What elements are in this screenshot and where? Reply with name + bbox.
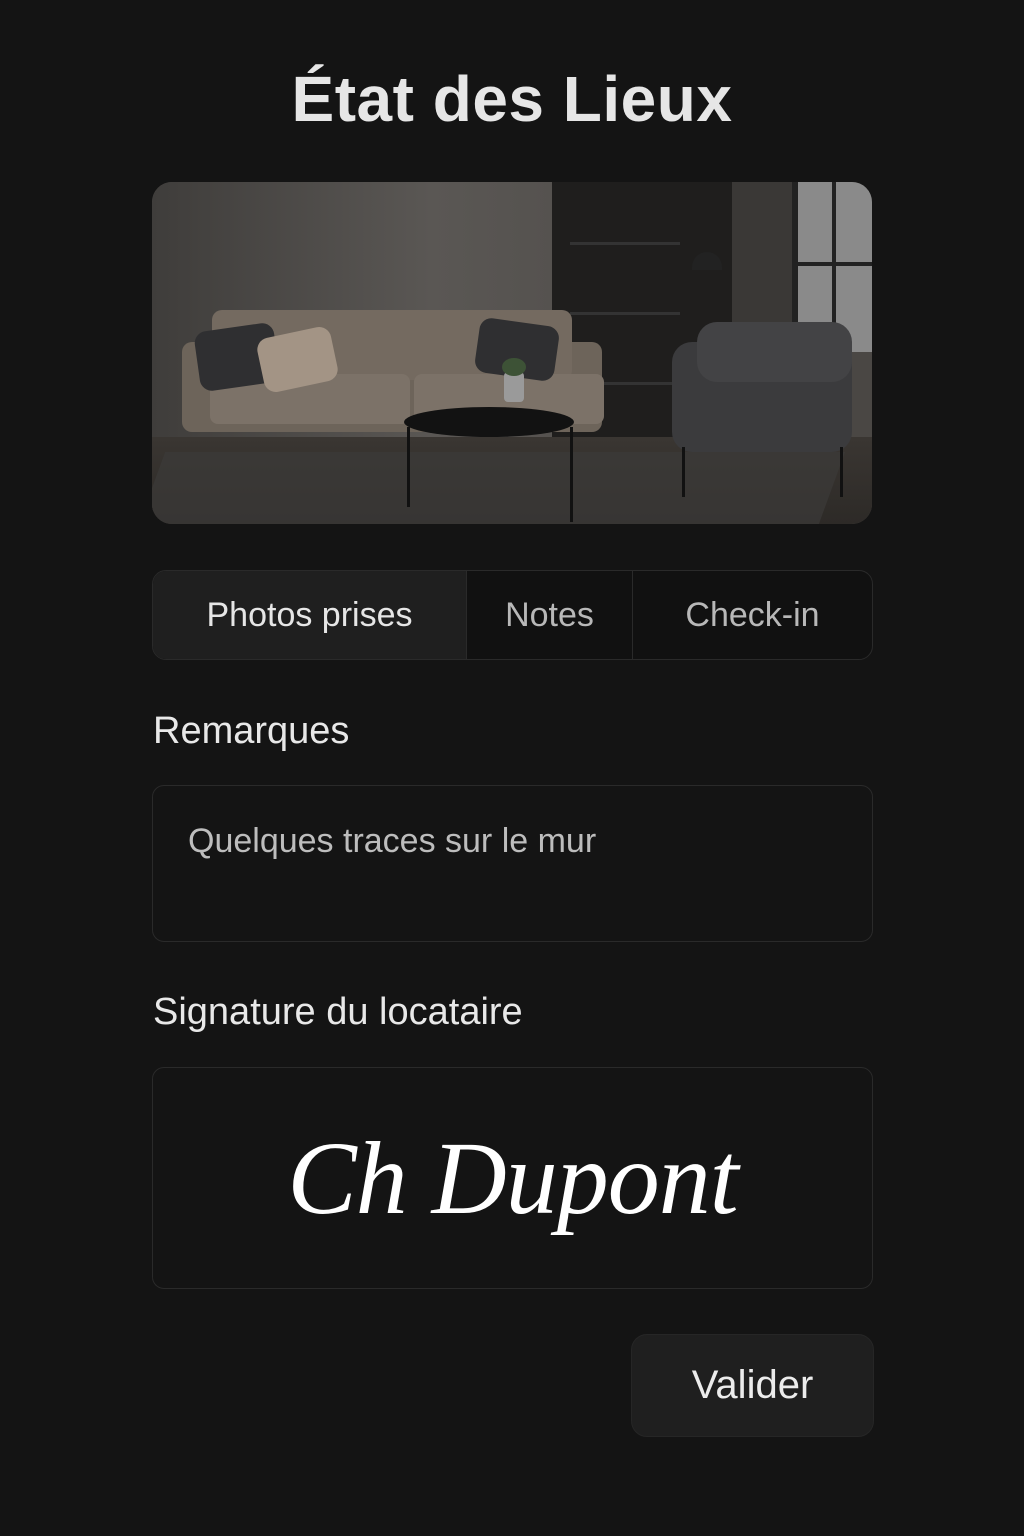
signature-text: Ch Dupont bbox=[287, 1120, 738, 1236]
signature-label: Signature du locataire bbox=[153, 991, 523, 1033]
remarks-value: Quelques traces sur le mur bbox=[188, 822, 597, 860]
tab-check-in[interactable]: Check-in bbox=[633, 571, 872, 659]
remarks-textarea[interactable]: Quelques traces sur le mur bbox=[152, 785, 873, 942]
validate-button[interactable]: Valider bbox=[631, 1334, 874, 1437]
tab-bar: Photos prises Notes Check-in bbox=[152, 570, 873, 660]
tab-notes[interactable]: Notes bbox=[467, 571, 633, 659]
living-room-photo bbox=[152, 182, 872, 524]
signature-pad[interactable]: Ch Dupont bbox=[152, 1067, 873, 1289]
tab-photos-prises[interactable]: Photos prises bbox=[153, 571, 467, 659]
remarks-label: Remarques bbox=[153, 710, 350, 752]
page-title: État des Lieux bbox=[291, 63, 733, 135]
